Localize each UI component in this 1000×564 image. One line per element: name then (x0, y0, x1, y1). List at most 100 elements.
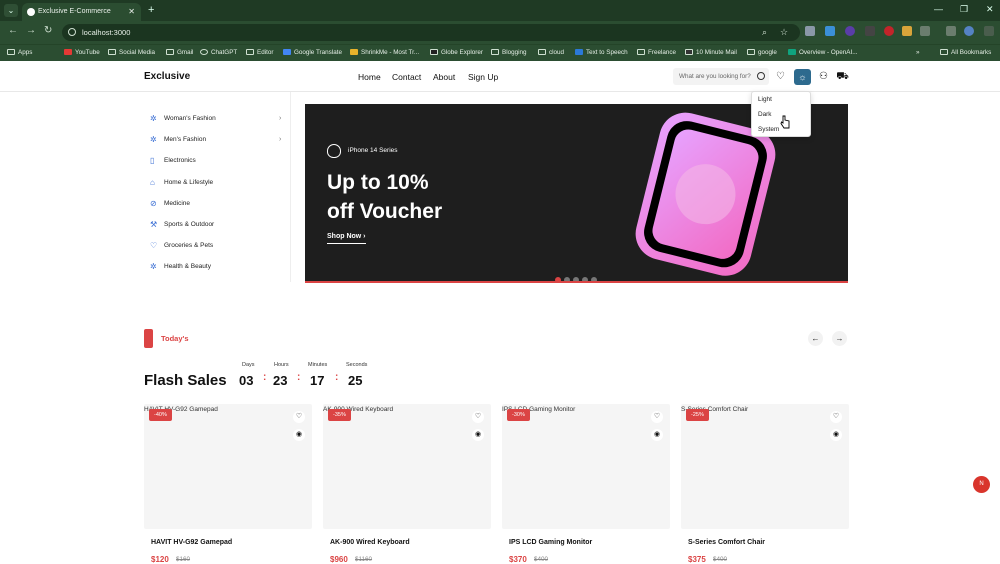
bookmark-item[interactable]: Apps (7, 47, 32, 59)
wishlist-heart-icon[interactable]: ♡ (293, 411, 305, 423)
extension-icon[interactable] (902, 26, 912, 36)
bookmark-item[interactable]: Text to Speech (575, 47, 628, 59)
theme-option-light[interactable]: Light (752, 92, 810, 107)
countdown-label: Seconds (346, 362, 368, 368)
wishlist-heart-icon[interactable]: ♡ (472, 411, 484, 423)
user-account-icon[interactable]: ⚇ (817, 70, 830, 83)
bookmark-item[interactable]: google (747, 47, 777, 59)
bookmark-item[interactable]: Globe Explorer (430, 47, 483, 59)
quick-view-eye-icon[interactable]: ◉ (293, 429, 305, 441)
floating-action-button[interactable]: N (973, 476, 990, 493)
dumbbell-icon: ⚒ (150, 220, 158, 229)
shop-now-link[interactable]: Shop Now › (327, 233, 366, 244)
menu-icon[interactable] (984, 26, 994, 36)
bookmark-item[interactable]: YouTube (64, 47, 100, 59)
bookmark-item[interactable]: ChatGPT (200, 47, 237, 59)
reload-icon[interactable]: ↻ (44, 25, 52, 36)
product-card[interactable]: HAVIT HV-G92 Gamepad -40% ♡ ◉ (144, 404, 312, 529)
product-name[interactable]: IPS LCD Gaming Monitor (509, 539, 592, 546)
bookmark-item[interactable]: Google Translate (283, 47, 342, 59)
apple-logo-icon (327, 144, 341, 158)
extension-icon[interactable] (805, 26, 815, 36)
section-title: Flash Sales (144, 372, 227, 389)
category-icon: ✲ (150, 114, 157, 123)
nav-contact[interactable]: Contact (392, 72, 421, 82)
search-icon[interactable] (757, 72, 765, 80)
bookmark-item[interactable]: Social Media (108, 47, 155, 59)
product-name[interactable]: HAVIT HV-G92 Gamepad (151, 539, 232, 546)
product-old-price: $160 (176, 556, 191, 563)
countdown-separator: : (297, 372, 301, 383)
extensions-puzzle-icon[interactable] (920, 26, 930, 36)
bookmark-item[interactable]: Freelance (637, 47, 676, 59)
product-card[interactable]: S-Series Comfort Chair -25% ♡ ◉ (681, 404, 849, 529)
site-info-icon[interactable] (68, 28, 76, 36)
search-input[interactable]: What are you looking for? (673, 68, 769, 85)
category-electronics[interactable]: ▯ Electronics (150, 157, 196, 165)
theme-toggle-button[interactable]: ☼ (794, 69, 811, 85)
bookmark-item[interactable]: ShrinkMe - Most Tr... (350, 47, 419, 59)
bookmarks-overflow-icon[interactable]: » (916, 47, 920, 59)
extension-icon[interactable] (884, 26, 894, 36)
extension-icon[interactable] (825, 26, 835, 36)
bookmark-item[interactable]: Gmail (166, 47, 193, 59)
close-window-icon[interactable]: ✕ (986, 4, 994, 15)
wishlist-heart-icon[interactable]: ♡ (774, 70, 787, 83)
product-card[interactable]: IPS LCD Gaming Monitor -30% ♡ ◉ (502, 404, 670, 529)
extension-icon[interactable] (845, 26, 855, 36)
zoom-icon[interactable]: ⌕ (762, 24, 767, 41)
countdown-value: 03 (239, 373, 254, 388)
product-name[interactable]: S-Series Comfort Chair (688, 539, 765, 546)
back-icon[interactable]: ← (8, 25, 18, 36)
bookmark-item[interactable]: All Bookmarks (940, 47, 991, 59)
quick-view-eye-icon[interactable]: ◉ (830, 429, 842, 441)
site-logo[interactable]: Exclusive (144, 71, 190, 82)
countdown-value: 17 (310, 373, 325, 388)
quick-view-eye-icon[interactable]: ◉ (651, 429, 663, 441)
product-card[interactable]: AK-900 Wired Keyboard -35% ♡ ◉ (323, 404, 491, 529)
category-home-lifestyle[interactable]: ⌂ Home & Lifestyle (150, 179, 213, 187)
profile-avatar[interactable] (964, 26, 974, 36)
bookmark-item[interactable]: cloud (538, 47, 564, 59)
theme-dropdown-menu: Light Dark System (751, 91, 811, 137)
tab-favicon-icon (27, 8, 35, 16)
wishlist-heart-icon[interactable]: ♡ (651, 411, 663, 423)
hand-cursor-icon (780, 115, 790, 129)
prev-arrow-button[interactable]: ← (808, 331, 823, 346)
category-sports-outdoor[interactable]: ⚒ Sports & Outdoor (150, 221, 214, 229)
chevron-right-icon: › (279, 136, 282, 143)
bookmark-item[interactable]: Overview - OpenAI... (788, 47, 857, 59)
browser-tab[interactable]: Exclusive E-Commerce ✕ (22, 3, 141, 21)
tab-close-icon[interactable]: ✕ (128, 3, 135, 21)
wishlist-heart-icon[interactable]: ♡ (830, 411, 842, 423)
bookmark-item[interactable]: 10 Minute Mail (685, 47, 737, 59)
hero-accent-line (305, 281, 848, 283)
countdown-label: Days (242, 362, 255, 368)
category-health-beauty[interactable]: ✲ Health & Beauty (150, 263, 211, 271)
nav-home[interactable]: Home (358, 72, 381, 82)
category-groceries-pets[interactable]: ♡ Groceries & Pets (150, 242, 213, 250)
new-tab-button[interactable]: + (148, 4, 154, 16)
category-mens-fashion[interactable]: ✲ Men's Fashion › (150, 135, 281, 144)
bookmark-item[interactable]: Editor (246, 47, 273, 59)
section-marker (144, 329, 153, 348)
cart-icon[interactable]: ⛟ (836, 70, 849, 83)
nav-about[interactable]: About (433, 72, 455, 82)
category-icon: ✲ (150, 135, 157, 144)
next-arrow-button[interactable]: → (832, 331, 847, 346)
maximize-icon[interactable]: ❐ (960, 4, 968, 15)
category-womans-fashion[interactable]: ✲ Woman's Fashion › (150, 114, 281, 123)
address-bar[interactable]: localhost:3000 ⌕ ☆ (62, 24, 800, 41)
minimize-icon[interactable]: — (934, 4, 943, 14)
quick-view-eye-icon[interactable]: ◉ (472, 429, 484, 441)
extension-icon[interactable] (865, 26, 875, 36)
bookmark-item[interactable]: Blogging (491, 47, 527, 59)
forward-icon[interactable]: → (26, 25, 36, 36)
product-name[interactable]: AK-900 Wired Keyboard (330, 539, 410, 546)
tab-search-button[interactable]: ⌄ (4, 4, 18, 17)
discount-badge: -30% (507, 409, 530, 421)
download-icon[interactable] (946, 26, 956, 36)
bookmark-star-icon[interactable]: ☆ (780, 24, 788, 41)
nav-signup[interactable]: Sign Up (468, 72, 498, 82)
category-medicine[interactable]: ⊘ Medicine (150, 200, 190, 208)
